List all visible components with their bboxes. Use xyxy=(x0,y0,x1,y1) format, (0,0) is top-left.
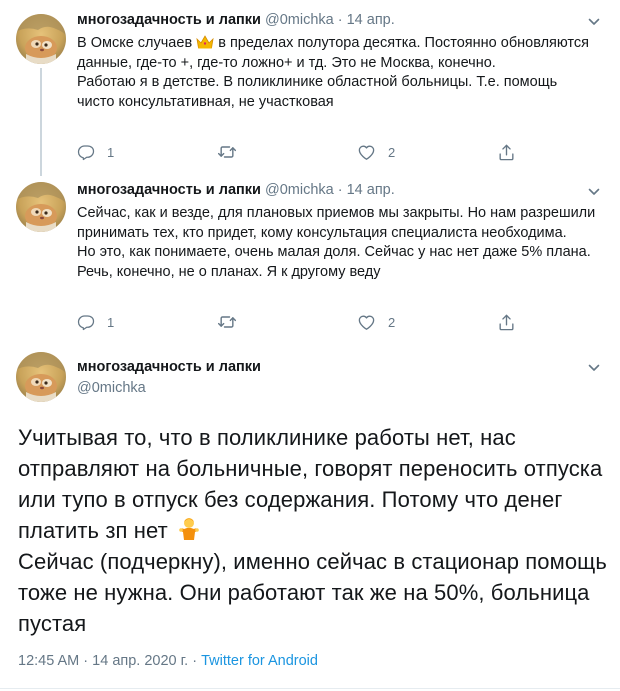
tweet-text: Сейчас, как и везде, для плановых приемо… xyxy=(77,204,597,282)
tweet-2[interactable]: многозадачность и лапки @0michka · 14 ап… xyxy=(0,172,620,342)
main-tweet-text: Учитывая то, что в поликлинике работы не… xyxy=(18,422,608,639)
tweet-actions: 1 2 xyxy=(77,312,517,332)
tweet-paragraph: Работаю я в детстве. В поликлинике облас… xyxy=(77,74,558,110)
author-handle[interactable]: @0michka xyxy=(265,12,334,28)
tweet-header: многозадачность и лапки @0michka · 14 ап… xyxy=(77,12,395,28)
share-icon xyxy=(497,143,516,162)
like-button[interactable]: 2 xyxy=(357,312,395,332)
chevron-down-icon[interactable] xyxy=(588,16,600,28)
avatar[interactable] xyxy=(16,14,66,64)
retweet-button[interactable] xyxy=(217,142,237,162)
reply-count: 1 xyxy=(107,314,115,330)
heart-icon xyxy=(357,313,376,332)
separator-dot: · xyxy=(337,12,343,28)
tweet-text-part: Учитывая то, что в поликлинике работы не… xyxy=(18,425,603,543)
author-handle[interactable]: @0michka xyxy=(265,182,334,198)
tweet-actions: 1 2 xyxy=(77,142,517,162)
share-button[interactable] xyxy=(497,312,516,332)
share-icon xyxy=(497,313,516,332)
retweet-icon xyxy=(217,142,237,162)
heart-icon xyxy=(357,143,376,162)
separator-dot: · xyxy=(83,653,89,669)
avatar[interactable] xyxy=(16,352,66,402)
tweet-text: В Омске случаев в пределах полутора деся… xyxy=(77,34,597,112)
author-name[interactable]: многозадачность и лапки xyxy=(77,182,261,198)
retweet-button[interactable] xyxy=(217,312,237,332)
reply-button[interactable]: 1 xyxy=(77,312,114,332)
chevron-down-icon[interactable] xyxy=(588,186,600,198)
person-shrugging-emoji xyxy=(179,518,199,540)
reply-icon xyxy=(77,143,95,161)
tweet-time[interactable]: 12:45 AM xyxy=(18,653,79,669)
like-button[interactable]: 2 xyxy=(357,142,395,162)
like-count: 2 xyxy=(388,144,396,160)
separator-dot: · xyxy=(337,182,343,198)
share-button[interactable] xyxy=(497,142,516,162)
avatar[interactable] xyxy=(16,182,66,232)
author-name[interactable]: многозадачность и лапки xyxy=(77,12,261,28)
tweet-paragraph: Сейчас (подчеркну), именно сейчас в стац… xyxy=(18,549,607,636)
thread-line xyxy=(40,68,42,176)
separator-dot: · xyxy=(192,653,198,669)
author-handle[interactable]: @0michka xyxy=(77,380,146,396)
reply-button[interactable]: 1 xyxy=(77,142,114,162)
like-count: 2 xyxy=(388,314,396,330)
tweet-paragraph: Но это, как понимаете, очень малая доля.… xyxy=(77,244,591,280)
tweet-1[interactable]: многозадачность и лапки @0michka · 14 ап… xyxy=(0,0,620,176)
retweet-icon xyxy=(217,312,237,332)
chevron-down-icon[interactable] xyxy=(588,362,600,374)
tweet-header: многозадачность и лапки @0michka · 14 ап… xyxy=(77,182,395,198)
tweet-source-link[interactable]: Twitter for Android xyxy=(201,653,318,669)
reply-count: 1 xyxy=(107,144,115,160)
crown-emoji xyxy=(196,35,214,49)
reply-icon xyxy=(77,313,95,331)
tweet-text-part: В Омске случаев xyxy=(77,35,193,51)
divider xyxy=(0,688,620,689)
tweet-date[interactable]: 14 апр. xyxy=(347,12,395,28)
tweet-full-date[interactable]: 14 апр. 2020 г. xyxy=(92,653,188,669)
tweet-date[interactable]: 14 апр. xyxy=(347,182,395,198)
tweet-meta: 12:45 AM · 14 апр. 2020 г. · Twitter for… xyxy=(18,653,318,669)
tweet-paragraph: Сейчас, как и везде, для плановых приемо… xyxy=(77,205,596,241)
author-name[interactable]: многозадачность и лапки xyxy=(77,359,261,375)
